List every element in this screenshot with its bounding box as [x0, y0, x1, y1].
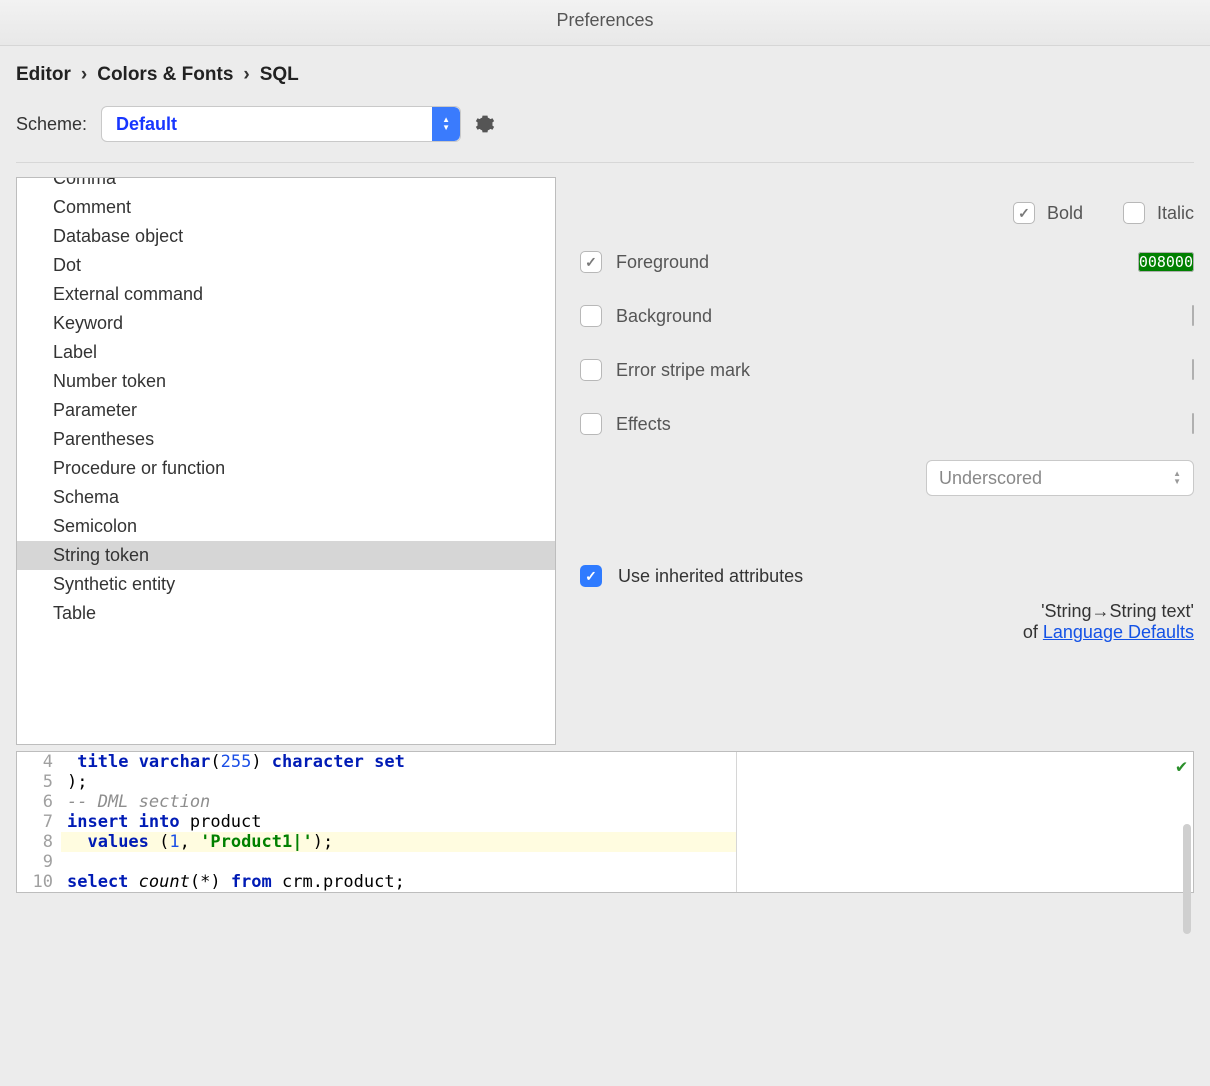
line-number: 8 [17, 832, 61, 852]
scheme-label: Scheme: [16, 114, 87, 135]
token-item[interactable]: Comment [17, 193, 555, 222]
inherited-of-text: of [1023, 622, 1038, 642]
effects-checkbox[interactable] [580, 413, 602, 435]
code-content: insert into product [61, 812, 736, 832]
code-line[interactable]: 10select count(*) from crm.product; [17, 872, 736, 892]
foreground-label: Foreground [616, 252, 709, 273]
code-content: -- DML section [61, 792, 736, 812]
code-line[interactable]: 4 title varchar(255) character set [17, 752, 736, 772]
background-label: Background [616, 306, 712, 327]
italic-label: Italic [1157, 203, 1194, 224]
line-number: 5 [17, 772, 61, 792]
line-number: 7 [17, 812, 61, 832]
code-line[interactable]: 6-- DML section [17, 792, 736, 812]
token-item[interactable]: Parentheses [17, 425, 555, 454]
foreground-color-swatch[interactable]: 008000 [1138, 252, 1194, 272]
code-content: select count(*) from crm.product; [61, 872, 736, 892]
language-defaults-link[interactable]: Language Defaults [1043, 622, 1194, 642]
token-item[interactable]: Database object [17, 222, 555, 251]
inherited-source-text: 'String→String text' [580, 601, 1194, 622]
token-item[interactable]: Schema [17, 483, 555, 512]
italic-checkbox[interactable] [1123, 202, 1145, 224]
chevron-right-icon: › [81, 64, 87, 86]
token-item[interactable]: String token [17, 541, 555, 570]
breadcrumb: Editor › Colors & Fonts › SQL [16, 64, 1194, 86]
scheme-value: Default [102, 114, 432, 135]
chevron-right-icon: › [243, 64, 249, 86]
effects-label: Effects [616, 414, 671, 435]
line-number: 10 [17, 872, 61, 892]
foreground-checkbox[interactable] [580, 251, 602, 273]
breadcrumb-part[interactable]: Editor [16, 64, 71, 86]
token-item[interactable]: Keyword [17, 309, 555, 338]
token-item[interactable]: External command [17, 280, 555, 309]
background-color-swatch[interactable] [1192, 305, 1194, 326]
attribute-panel: Bold Italic Foreground 008000 Background [580, 177, 1194, 745]
code-preview[interactable]: 4 title varchar(255) character set5);6--… [16, 751, 1194, 893]
code-content: values (1, 'Product1|'); [61, 832, 736, 852]
token-item[interactable]: Label [17, 338, 555, 367]
breadcrumb-part[interactable]: Colors & Fonts [97, 64, 233, 86]
error-stripe-checkbox[interactable] [580, 359, 602, 381]
gear-icon[interactable] [475, 114, 495, 134]
token-item[interactable]: Dot [17, 251, 555, 280]
error-stripe-color-swatch[interactable] [1192, 359, 1194, 380]
chevron-up-down-icon: ▲▼ [1173, 470, 1181, 486]
code-line[interactable]: 5); [17, 772, 736, 792]
code-content: ); [61, 772, 736, 792]
code-line[interactable]: 7insert into product [17, 812, 736, 832]
breadcrumb-part: SQL [260, 64, 299, 86]
window-title: Preferences [0, 0, 1210, 46]
token-item[interactable]: Synthetic entity [17, 570, 555, 599]
line-number: 4 [17, 752, 61, 772]
token-item[interactable]: Number token [17, 367, 555, 396]
effects-style-select[interactable]: Underscored ▲▼ [926, 460, 1194, 496]
code-content [61, 852, 736, 872]
token-item[interactable]: Comma [17, 177, 555, 193]
token-item[interactable]: Semicolon [17, 512, 555, 541]
error-stripe-label: Error stripe mark [616, 360, 750, 381]
effects-color-swatch[interactable] [1192, 413, 1194, 434]
bold-checkbox[interactable] [1013, 202, 1035, 224]
chevron-up-down-icon: ▲▼ [432, 107, 460, 141]
token-item[interactable]: Parameter [17, 396, 555, 425]
code-content: title varchar(255) character set [61, 752, 736, 772]
line-number: 9 [17, 852, 61, 872]
token-list[interactable]: CommaCommentDatabase objectDotExternal c… [16, 177, 556, 745]
background-checkbox[interactable] [580, 305, 602, 327]
scheme-select[interactable]: Default ▲▼ [101, 106, 461, 142]
divider [16, 162, 1194, 163]
code-line[interactable]: 8 values (1, 'Product1|'); [17, 832, 736, 852]
effects-style-value: Underscored [939, 468, 1042, 489]
bold-label: Bold [1047, 203, 1083, 224]
use-inherited-label: Use inherited attributes [618, 566, 803, 587]
line-number: 6 [17, 792, 61, 812]
token-item[interactable]: Table [17, 599, 555, 628]
check-icon: ✔ [1176, 756, 1187, 777]
code-line[interactable]: 9 [17, 852, 736, 872]
scrollbar-thumb[interactable] [1183, 824, 1191, 934]
use-inherited-checkbox[interactable] [580, 565, 602, 587]
token-item[interactable]: Procedure or function [17, 454, 555, 483]
